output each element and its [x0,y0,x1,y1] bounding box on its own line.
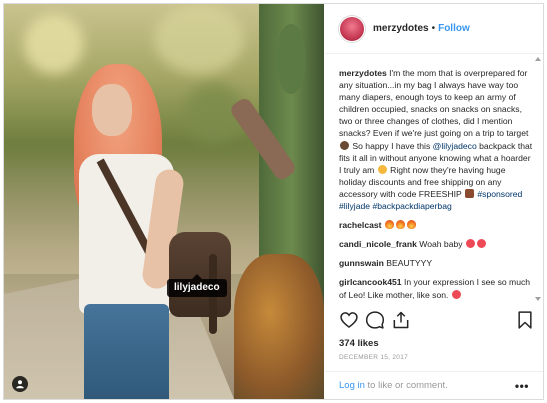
comments-list[interactable]: merzydotes I'm the mom that is overprepa… [325,55,543,303]
bag-emoji-icon [464,188,474,198]
caption-text: So happy I have this [352,140,431,151]
comment-text: Woah baby [419,239,463,250]
face [92,84,132,136]
login-bar: Log in to like or comment. ••• [325,371,543,399]
caption-text: I'm the mom that is overprepared for any… [339,68,529,139]
user-tag-button[interactable] [12,376,28,392]
photo-user-tag[interactable]: lilyjadeco [167,274,227,297]
comment-text: BEAUTYYY [386,258,433,269]
comment-username[interactable]: girlcancook451 [339,277,402,287]
post-date: DECEMBER 15, 2017 [339,354,409,361]
comment-icon[interactable] [365,310,385,330]
action-bar [339,310,535,334]
login-link[interactable]: Log in [339,380,365,391]
list-item: gunnswain BEAUTYYY [339,257,533,269]
login-text: to like or comment. [367,380,448,391]
instagram-post: lilyjadeco merzydotes • Follow merzydote… [3,3,544,400]
scroll-up-arrow[interactable] [535,57,541,61]
comment-username[interactable]: rachelcast [339,220,382,230]
follow-button[interactable]: Follow [438,23,470,34]
caption-mention[interactable]: @lilyjadeco [433,141,477,151]
list-item: rachelcast [339,219,533,231]
jeans [84,304,169,399]
post-sidebar: merzydotes • Follow merzydotes I'm the m… [325,4,543,399]
scroll-down-arrow[interactable] [535,297,541,301]
caption-username[interactable]: merzydotes [339,68,387,78]
heart-eyes-emoji-icon [465,239,475,249]
list-item: candi_nicole_frank Woah baby [339,238,533,250]
post-photo[interactable]: lilyjadeco [4,4,324,399]
plant [234,254,324,399]
bokeh [154,4,244,74]
face-emoji-icon [377,164,387,174]
share-icon[interactable] [391,310,411,330]
post-header: merzydotes • Follow [325,4,543,54]
separator-dot: • [431,23,436,34]
woman-emoji-icon [340,140,349,150]
cactus-pad [276,24,306,94]
comment-username[interactable]: gunnswain [339,258,384,268]
bookmark-icon[interactable] [515,310,535,330]
fire-emoji-icon [395,220,405,230]
more-icon[interactable]: ••• [515,379,529,393]
likes-count[interactable]: 374 likes [339,338,379,349]
user-tag-icon [16,380,24,389]
avatar[interactable] [339,15,365,42]
heart-eyes-emoji-icon [476,239,486,249]
caption: merzydotes I'm the mom that is overprepa… [339,67,533,212]
header-username[interactable]: merzydotes [373,23,429,34]
heart-eyes-emoji-icon [451,289,461,299]
fire-emoji-icon [406,220,416,230]
bokeh [24,14,84,74]
fire-emoji-icon [384,220,394,230]
heart-icon[interactable] [339,310,359,330]
comment-username[interactable]: candi_nicole_frank [339,239,417,249]
list-item: girlcancook451 In your expression I see … [339,276,533,300]
